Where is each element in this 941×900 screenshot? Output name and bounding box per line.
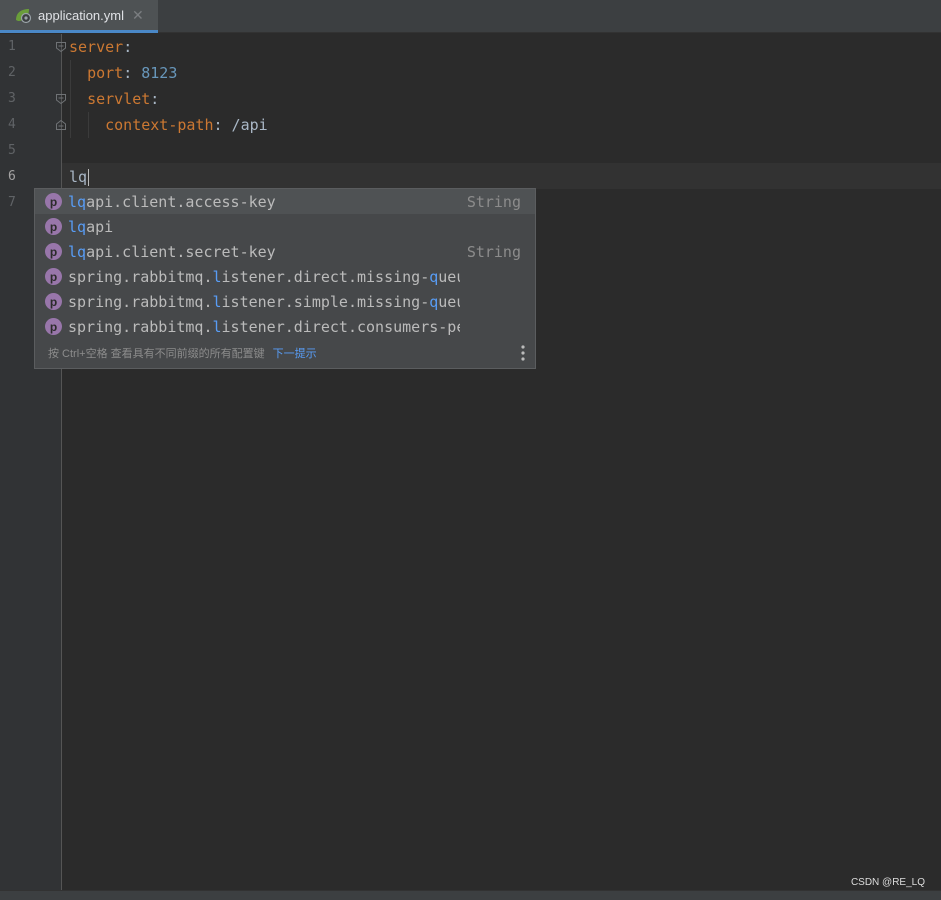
current-line-highlight xyxy=(62,163,941,189)
line-number: 4 xyxy=(8,117,16,132)
line-number: 1 xyxy=(8,39,16,54)
yaml-colon: : xyxy=(123,38,133,56)
code-line-6: lq xyxy=(69,164,90,190)
watermark: CSDN @RE_LQ xyxy=(850,877,925,888)
property-icon: p xyxy=(45,243,62,260)
yaml-value: /api xyxy=(222,116,268,134)
line-number: 7 xyxy=(8,195,16,210)
next-tip-link[interactable]: 下一提示 xyxy=(273,345,317,361)
completion-item-type: String xyxy=(466,242,521,261)
completion-item-text: spring.rabbitmq.listener.simple.missing-… xyxy=(68,292,460,311)
completion-hint: 按 Ctrl+空格 查看具有不同前缀的所有配置键 xyxy=(48,347,265,360)
yaml-colon: : xyxy=(150,90,160,108)
completion-item[interactable]: p spring.rabbitmq.listener.simple.missin… xyxy=(35,289,535,314)
line-number-gutter: 1 2 3 4 5 6 7 xyxy=(0,34,66,890)
property-icon: p xyxy=(45,268,62,285)
yaml-key: servlet xyxy=(87,90,151,108)
yaml-colon: : xyxy=(213,116,223,134)
close-icon[interactable]: ✕ xyxy=(132,7,144,24)
line-number-current: 6 xyxy=(8,169,16,184)
property-icon: p xyxy=(45,193,62,210)
completion-item-text: lqapi.client.secret-key xyxy=(68,242,276,261)
tab-application-yml[interactable]: application.yml ✕ xyxy=(0,0,158,33)
yaml-value: 8123 xyxy=(141,64,178,82)
line-number: 3 xyxy=(8,91,16,106)
property-icon: p xyxy=(45,293,62,310)
line-number: 5 xyxy=(8,143,16,158)
completion-item-text: lqapi xyxy=(68,217,114,236)
code-editor[interactable]: server: port: 8123 servlet: context-path… xyxy=(62,34,941,890)
code-line-1: server: xyxy=(69,34,132,60)
yaml-key: server xyxy=(69,38,124,56)
completion-item[interactable]: p lqapi xyxy=(35,214,535,239)
code-line-2: port: 8123 xyxy=(69,60,177,86)
yaml-colon: : xyxy=(123,64,133,82)
yaml-key: port xyxy=(87,64,124,82)
more-options-icon[interactable] xyxy=(521,345,525,361)
completion-item[interactable]: p lqapi.client.secret-key String xyxy=(35,239,535,264)
code-line-3: servlet: xyxy=(69,86,159,112)
property-icon: p xyxy=(45,318,62,335)
code-line-4: context-path: /api xyxy=(69,112,268,138)
spring-leaf-icon xyxy=(13,6,33,24)
completion-popup: p lqapi.client.access-key String p lqapi… xyxy=(34,188,536,369)
completion-item-text: spring.rabbitmq.listener.direct.consumer… xyxy=(68,317,460,336)
status-bar xyxy=(0,890,941,900)
property-icon: p xyxy=(45,218,62,235)
completion-item-text: lqapi.client.access-key xyxy=(68,192,276,211)
typed-text: lq xyxy=(69,168,88,186)
editor-tab-bar: application.yml ✕ xyxy=(0,0,941,33)
completion-footer: 按 Ctrl+空格 查看具有不同前缀的所有配置键 下一提示 xyxy=(35,337,535,368)
text-caret xyxy=(88,169,90,186)
completion-item[interactable]: p spring.rabbitmq.listener.direct.consum… xyxy=(35,314,535,339)
completion-item-type: String xyxy=(466,192,521,211)
completion-item-text: spring.rabbitmq.listener.direct.missing-… xyxy=(68,267,460,286)
completion-item[interactable]: p spring.rabbitmq.listener.direct.missin… xyxy=(35,264,535,289)
line-number: 2 xyxy=(8,65,16,80)
tab-label: application.yml xyxy=(38,7,124,23)
yaml-key: context-path xyxy=(105,116,214,134)
completion-item[interactable]: p lqapi.client.access-key String xyxy=(35,189,535,214)
